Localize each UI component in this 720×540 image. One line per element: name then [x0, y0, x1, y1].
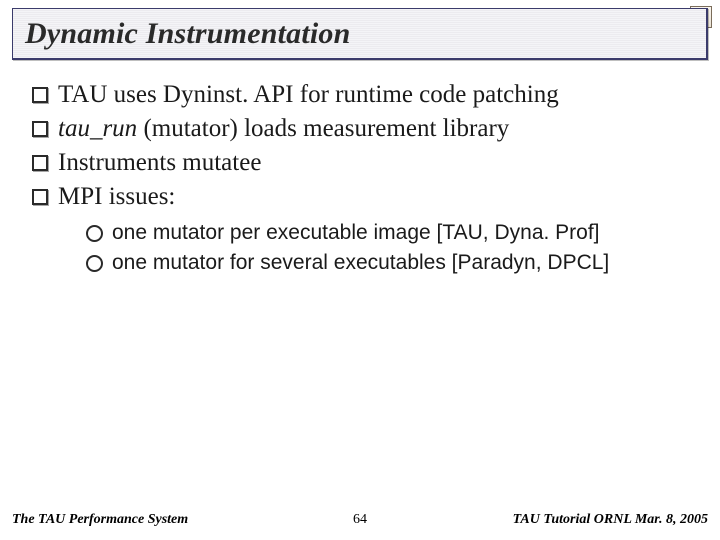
sub-bullet-item: one mutator for several executables [Par…	[84, 249, 692, 277]
slide: τ Dynamic Instrumentation TAU uses Dynin…	[0, 0, 720, 540]
bullet-text: (mutator) loads measurement library	[137, 115, 509, 142]
sub-bullet-text: one mutator per executable image [TAU, D…	[112, 221, 600, 244]
bullet-text: TAU uses Dyninst. API for runtime code p…	[58, 81, 559, 108]
content-area: TAU uses Dyninst. API for runtime code p…	[28, 78, 692, 280]
bullet-item: Instruments mutatee	[28, 146, 692, 179]
bullet-item: TAU uses Dyninst. API for runtime code p…	[28, 78, 692, 111]
bullet-text: MPI issues:	[58, 183, 175, 210]
footer-right: TAU Tutorial ORNL Mar. 8, 2005	[513, 512, 708, 528]
sub-bullet-text: one mutator for several executables [Par…	[112, 251, 609, 274]
slide-title: Dynamic Instrumentation	[25, 17, 351, 51]
sub-bullet-item: one mutator per executable image [TAU, D…	[84, 219, 692, 247]
bullet-item: MPI issues:	[28, 180, 692, 213]
title-bar: Dynamic Instrumentation	[12, 8, 708, 60]
footer: The TAU Performance System 64 TAU Tutori…	[0, 506, 720, 534]
footer-left: The TAU Performance System	[12, 512, 188, 528]
bullet-text: Instruments mutatee	[58, 149, 261, 176]
bullet-item: tau_run (mutator) loads measurement libr…	[28, 112, 692, 145]
bullet-list: TAU uses Dyninst. API for runtime code p…	[28, 78, 692, 213]
sub-bullet-list: one mutator per executable image [TAU, D…	[84, 219, 692, 278]
bullet-emph: tau_run	[58, 115, 137, 142]
footer-page-number: 64	[353, 512, 367, 528]
